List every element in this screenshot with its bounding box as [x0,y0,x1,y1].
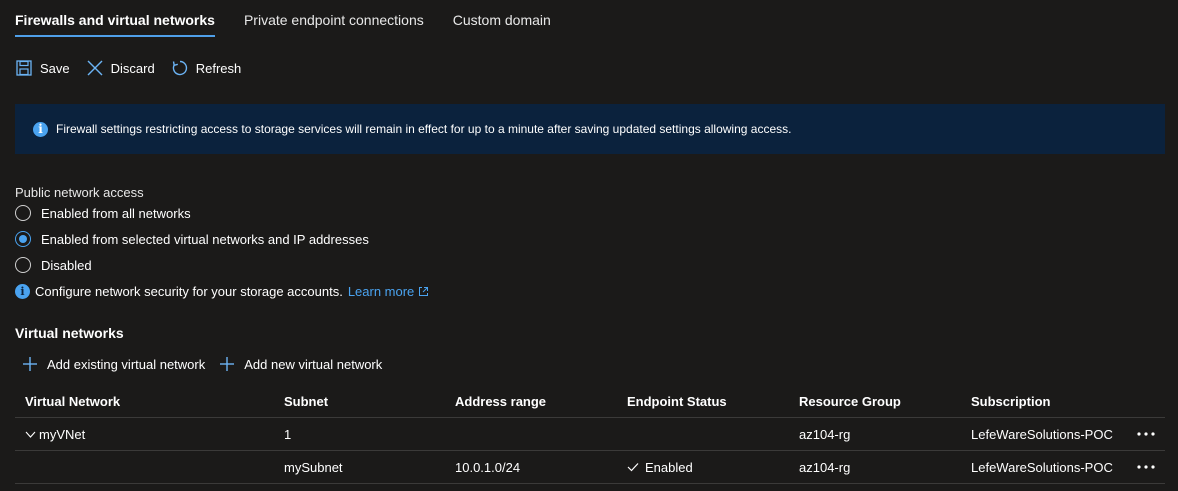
public-network-access-label: Public network access [15,185,144,200]
column-header-virtual-network: Virtual Network [25,394,121,409]
column-header-subscription: Subscription [971,394,1051,409]
column-header-endpoint-status: Endpoint Status [627,394,727,409]
subnet-count: 1 [284,426,292,442]
checkmark-icon [627,463,639,472]
address-range: 10.0.1.0/24 [455,459,521,475]
chevron-down-icon[interactable] [25,429,36,440]
radio-button[interactable] [15,205,31,221]
plus-icon [23,357,37,371]
column-header-subnet: Subnet [284,394,329,409]
info-banner: i Firewall settings restricting access t… [15,104,1165,154]
column-header-resource-group: Resource Group [799,394,901,409]
storage-networking-page: Firewalls and virtual networks Private e… [0,0,1178,491]
info-icon: i [33,121,48,137]
vnet-name: myVNet [39,426,86,442]
radio-button-selected[interactable] [15,231,31,247]
radio-label: Enabled from all networks [41,205,191,221]
close-icon [87,60,103,76]
save-label: Save [40,60,70,76]
resource-group: az104-rg [799,426,851,442]
ellipsis-icon [1137,432,1155,436]
radio-label: Disabled [41,257,92,273]
tab-custom-domain[interactable]: Custom domain [453,0,551,38]
discard-button[interactable]: Discard [86,59,155,77]
refresh-button[interactable]: Refresh [171,59,242,77]
tab-firewalls-virtual-networks[interactable]: Firewalls and virtual networks [15,0,215,38]
banner-text: Firewall settings restricting access to … [56,122,792,136]
toolbar: Save Discard Refresh [15,55,257,81]
refresh-icon [172,60,187,76]
tab-bar: Firewalls and virtual networks Private e… [15,0,580,38]
table-row: myVNet 1 az104-rg LefeWareSolutions-POC [15,418,1165,451]
column-header-address-range: Address range [455,394,547,409]
virtual-network-actions: Add existing virtual network Add new vir… [22,356,396,372]
external-link-icon [419,287,429,296]
vnet-cell: myVNet [25,418,85,450]
endpoint-status-text: Enabled [645,459,693,475]
table-header: Virtual Network Subnet Address range End… [15,386,1165,418]
subnet-name: mySubnet [284,459,343,475]
add-existing-label: Add existing virtual network [47,356,206,372]
virtual-networks-table: Virtual Network Subnet Address range End… [15,386,1165,484]
config-note-text: Configure network security for your stor… [35,284,343,299]
radio-enabled-selected-networks[interactable]: Enabled from selected virtual networks a… [15,231,369,247]
virtual-networks-heading: Virtual networks [15,325,124,341]
save-icon [16,60,32,76]
radio-disabled[interactable]: Disabled [15,257,92,273]
add-existing-virtual-network-button[interactable]: Add existing virtual network [22,356,205,372]
save-button[interactable]: Save [15,59,70,77]
add-new-label: Add new virtual network [244,356,383,372]
learn-more-label: Learn more [347,284,415,299]
radio-label: Enabled from selected virtual networks a… [41,231,369,247]
add-new-virtual-network-button[interactable]: Add new virtual network [219,356,382,372]
learn-more-link[interactable]: Learn more [348,284,429,299]
info-icon: i [15,284,30,299]
plus-icon [220,357,235,371]
more-options-button[interactable] [1137,418,1155,450]
table-row: mySubnet 10.0.1.0/24 Enabled az104-rg Le… [15,451,1165,484]
radio-button[interactable] [15,257,31,273]
subscription: LefeWareSolutions-POC [971,426,1113,442]
discard-label: Discard [110,60,155,76]
ellipsis-icon [1137,465,1155,469]
endpoint-status: Enabled [627,451,693,483]
resource-group: az104-rg [799,459,851,475]
refresh-label: Refresh [195,60,242,76]
config-note: i Configure network security for your st… [15,284,429,299]
radio-enabled-all-networks[interactable]: Enabled from all networks [15,205,191,221]
tab-private-endpoint-connections[interactable]: Private endpoint connections [244,0,424,38]
more-options-button[interactable] [1137,451,1155,483]
subscription: LefeWareSolutions-POC [971,459,1113,475]
